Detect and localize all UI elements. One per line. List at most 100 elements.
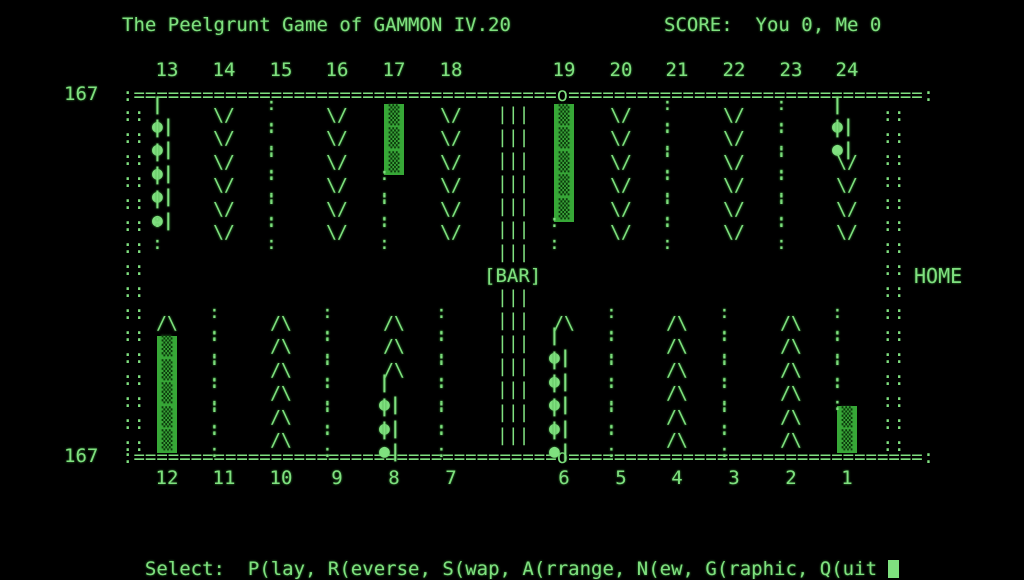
point-marker: \/ <box>723 175 745 197</box>
point-marker: /\ <box>270 430 292 452</box>
score-display: SCORE: You 0, Me 0 <box>664 14 882 36</box>
point-number: 6 <box>558 467 570 489</box>
point-number: 1 <box>841 467 853 489</box>
point-stack[interactable]: : :: :: :: :: :: : <box>776 94 806 255</box>
point-number: 15 <box>269 59 293 81</box>
point-marker: \/ <box>440 151 462 173</box>
point-marker: \/ <box>723 198 745 220</box>
point-number: 11 <box>212 467 236 489</box>
point-number: 10 <box>269 467 293 489</box>
point-marker: /\ <box>270 383 292 405</box>
point-stack[interactable]: : :: :: :: : ▒ ▒ <box>832 302 862 453</box>
bar-segment: ||| <box>497 402 530 423</box>
point-number: 23 <box>779 59 803 81</box>
board-left-edge: :: :: :: :: :: :: :: :: :: :: :: :: :: :… <box>122 104 145 456</box>
menu-prompt: Select: <box>144 558 225 580</box>
point-number: 14 <box>212 59 236 81</box>
point-marker: /\ <box>270 406 292 428</box>
point-stack[interactable]: /\ |●| |●| |●| |●| |●| <box>549 312 579 463</box>
point-marker: \/ <box>610 104 632 126</box>
point-marker: /\ <box>666 359 688 381</box>
point-marker: \/ <box>836 222 858 244</box>
point-stack[interactable]: ▒ ▒ ▒: :: :: : <box>379 104 409 255</box>
point-marker: /\ <box>666 383 688 405</box>
bar-segment: ||| <box>497 310 530 331</box>
point-marker: \/ <box>610 222 632 244</box>
point-number: 24 <box>835 59 859 81</box>
checker-x: ▒ <box>157 406 177 430</box>
point-marker: /\ <box>780 312 802 334</box>
point-stack[interactable]: /\/\/\/\/\/\ <box>662 312 692 453</box>
bar-segment: ||| <box>497 219 530 240</box>
point-marker: : : <box>606 419 617 463</box>
point-stack[interactable]: : :: :: :: :: :: : <box>662 94 692 255</box>
point-marker: : : <box>719 419 730 463</box>
home-label: HOME <box>914 264 963 288</box>
point-marker: : : <box>776 211 787 255</box>
point-marker: : : <box>662 211 673 255</box>
point-marker: : : <box>322 419 333 463</box>
point-number: 22 <box>722 59 746 81</box>
point-stack[interactable]: : :: :: :: :: :: : <box>322 302 352 463</box>
checker-x: ▒ <box>554 127 574 151</box>
point-number: 16 <box>325 59 349 81</box>
checker-o: |●| <box>832 117 854 161</box>
point-marker: \/ <box>836 151 858 173</box>
board-bottom-border: :=====================================o=… <box>122 446 935 468</box>
point-stack[interactable]: /\/\/\/\/\/\ <box>776 312 806 453</box>
point-stack[interactable]: : :: :: :: :: :: : <box>606 302 636 463</box>
point-number: 4 <box>671 467 683 489</box>
checker-x: ▒ <box>157 382 177 406</box>
point-stack[interactable]: : :: :: :: :: :: : <box>436 302 466 463</box>
point-stack[interactable]: /\/\/\ |●| |●| |●| <box>379 312 409 463</box>
point-marker: \/ <box>723 128 745 150</box>
point-marker: /\ <box>780 383 802 405</box>
point-marker: : : <box>266 211 277 255</box>
point-marker: : : <box>379 211 390 255</box>
point-marker: \/ <box>326 128 348 150</box>
bar-segment: ||| <box>497 333 530 354</box>
menu-options[interactable]: P(lay, R(everse, S(wap, A(rrange, N(ew, … <box>248 558 877 580</box>
point-stack[interactable]: |●| |●| |●| |●| |●|: : <box>152 94 182 255</box>
point-marker: /\ <box>780 336 802 358</box>
point-marker: /\ <box>666 406 688 428</box>
point-marker: /\ <box>666 336 688 358</box>
point-stack[interactable]: /\ ▒ ▒ ▒ ▒ ▒ <box>152 312 182 453</box>
point-stack[interactable]: |●| |●| \/\/\/\/ <box>832 94 862 245</box>
checker-x: ▒ <box>384 127 404 151</box>
checker-x: ▒ <box>157 429 177 453</box>
point-marker: \/ <box>213 198 235 220</box>
point-stack[interactable]: \/\/\/\/\/\/ <box>322 104 352 245</box>
point-marker: \/ <box>326 222 348 244</box>
point-stack[interactable]: \/\/\/\/\/\/ <box>209 104 239 245</box>
point-marker: \/ <box>213 104 235 126</box>
point-marker: \/ <box>440 175 462 197</box>
point-marker: \/ <box>213 128 235 150</box>
point-number: 13 <box>155 59 179 81</box>
bar-segment: ||| <box>497 196 530 217</box>
point-number: 3 <box>728 467 740 489</box>
checker-o: |●| <box>379 419 401 463</box>
checker-x: ▒ <box>554 174 574 198</box>
text-cursor <box>888 560 900 578</box>
point-stack[interactable]: : :: :: :: :: :: : <box>719 302 749 463</box>
point-marker: : : <box>832 372 843 416</box>
bar-segment: ||| <box>497 242 530 263</box>
point-stack[interactable]: ▒ ▒ ▒ ▒ ▒: : <box>549 104 579 254</box>
bottom-pip-count: 167 <box>64 445 99 467</box>
point-stack[interactable]: \/\/\/\/\/\/ <box>436 104 466 245</box>
checker-x: ▒ <box>554 104 574 128</box>
point-stack[interactable]: \/\/\/\/\/\/ <box>719 104 749 245</box>
point-stack[interactable]: \/\/\/\/\/\/ <box>606 104 636 245</box>
checker-x: ▒ <box>554 151 574 175</box>
point-marker: /\ <box>780 359 802 381</box>
checker-x: ▒ <box>384 104 404 128</box>
point-marker: \/ <box>723 222 745 244</box>
point-number: 7 <box>445 467 457 489</box>
point-stack[interactable]: : :: :: :: :: :: : <box>266 94 296 255</box>
point-stack[interactable]: : :: :: :: :: :: : <box>209 302 239 463</box>
point-marker: \/ <box>440 198 462 220</box>
point-marker: \/ <box>213 151 235 173</box>
checker-x: ▒ <box>837 429 857 453</box>
point-stack[interactable]: /\/\/\/\/\/\ <box>266 312 296 453</box>
